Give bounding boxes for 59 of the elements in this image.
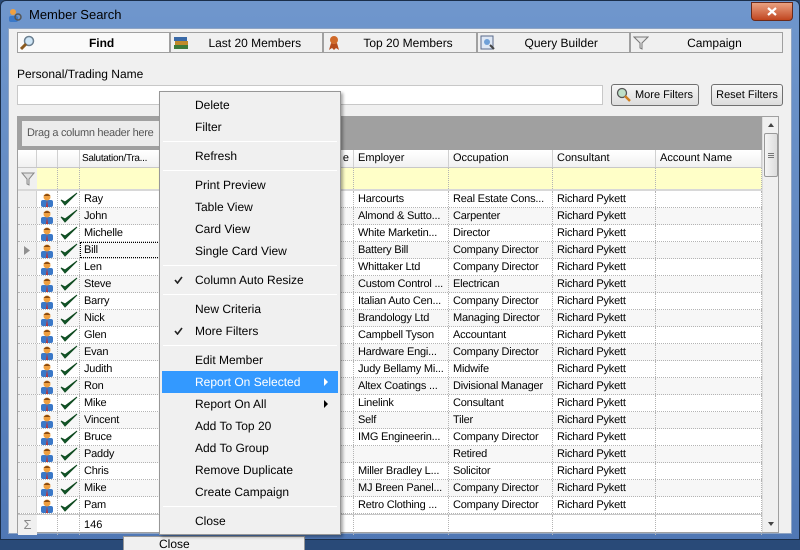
table-cell: Judy Bellamy Mi... [354, 361, 449, 377]
table-cell: Midwife [449, 361, 553, 377]
table-cell: Company Director [449, 344, 553, 360]
table-cell: Company Director [449, 293, 553, 309]
table-cell: Real Estate Cons... [449, 191, 553, 207]
table-cell: Richard Pykett [553, 412, 656, 428]
table-cell: Richard Pykett [553, 293, 656, 309]
table-cell: MJ Breen Panel... [354, 480, 449, 496]
table-cell: Richard Pykett [553, 395, 656, 411]
table-cell: Campbell Tyson [354, 327, 449, 343]
table-cell: Altex Coatings ... [354, 378, 449, 394]
table-cell: Linelink [354, 395, 449, 411]
table-cell: Divisional Manager [449, 378, 553, 394]
field-label: Personal/Trading Name [17, 66, 144, 80]
table-cell: Whittaker Ltd [354, 259, 449, 275]
table-cell: White Marketin... [354, 225, 449, 241]
table-cell: Richard Pykett [553, 242, 656, 258]
table-cell: Company Director [449, 259, 553, 275]
table-cell: Self [354, 412, 449, 428]
table-cell: Richard Pykett [553, 344, 656, 360]
table-cell: Hardware Engi... [354, 344, 449, 360]
table-cell: Richard Pykett [553, 310, 656, 326]
table-cell: IMG Engineerin... [354, 429, 449, 445]
table-cell: Richard Pykett [553, 259, 656, 275]
table-cell: Solicitor [449, 463, 553, 479]
window-title: Member Search [29, 6, 122, 24]
table-cell: Harcourts [354, 191, 449, 207]
table-cell: Almond & Sutto... [354, 208, 449, 224]
table-cell: Retro Clothing ... [354, 497, 449, 513]
table-cell: Richard Pykett [553, 429, 656, 445]
table-cell: Richard Pykett [553, 208, 656, 224]
table-cell: Brandology Ltd [354, 310, 449, 326]
table-cell: Richard Pykett [553, 327, 656, 343]
table-cell: Electrican [449, 276, 553, 292]
table-cell: Company Director [449, 429, 553, 445]
table-cell: Carpenter [449, 208, 553, 224]
table-cell: Company Director [449, 242, 553, 258]
table-cell: Richard Pykett [553, 497, 656, 513]
table-cell: Richard Pykett [553, 225, 656, 241]
table-cell: Custom Control ... [354, 276, 449, 292]
table-cell: Retired [449, 446, 553, 462]
table-cell: Richard Pykett [553, 191, 656, 207]
table-cell: Accountant [449, 327, 553, 343]
table-cell: Richard Pykett [553, 361, 656, 377]
table-cell: Miller Bradley L... [354, 463, 449, 479]
table-cell: Richard Pykett [553, 463, 656, 479]
table-cell: Battery Bill [354, 242, 449, 258]
table-cell: Richard Pykett [553, 480, 656, 496]
table-cell: Company Director [449, 497, 553, 513]
table-cell: Richard Pykett [553, 446, 656, 462]
table-cell: Managing Director [449, 310, 553, 326]
table-cell: Consultant [449, 395, 553, 411]
table-cell: Italian Auto Cen... [354, 293, 449, 309]
table-cell: Tiler [449, 412, 553, 428]
sum-symbol: Σ [23, 516, 32, 534]
table-cell: Company Director [449, 480, 553, 496]
table-cell: Director [449, 225, 553, 241]
table-cell: Richard Pykett [553, 378, 656, 394]
table-cell: Richard Pykett [553, 276, 656, 292]
